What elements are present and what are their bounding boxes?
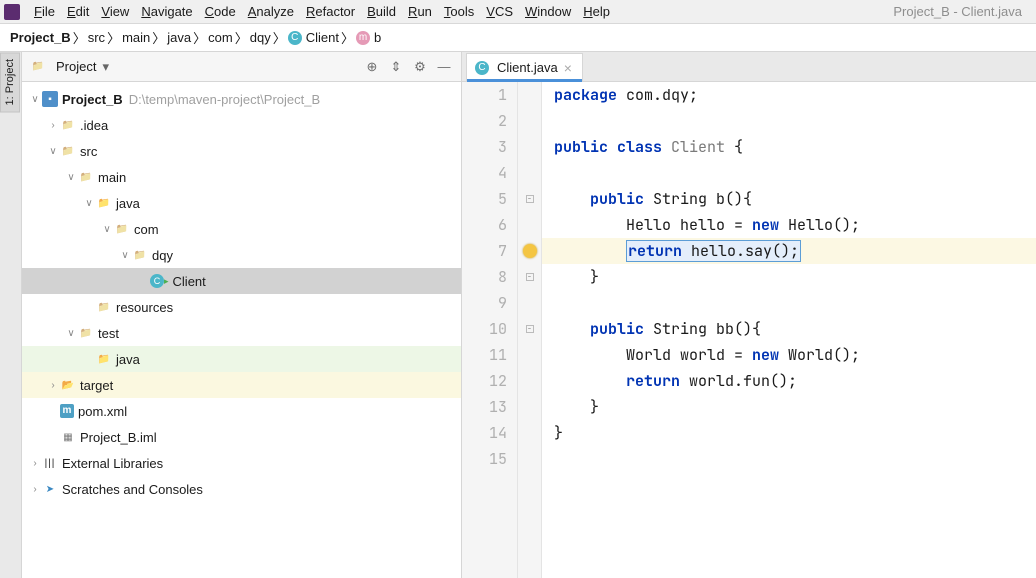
tree-node-java[interactable]: java bbox=[22, 346, 461, 372]
tree-arrow-icon[interactable] bbox=[28, 484, 42, 495]
crumb-dqy[interactable]: dqy bbox=[248, 30, 273, 45]
tree-arrow-icon[interactable] bbox=[64, 328, 78, 339]
crumb-java[interactable]: java bbox=[165, 30, 193, 45]
project-panel: Project ▾ ⊕ ⇕ ⚙ — ▪Project_BD:\temp\mave… bbox=[22, 52, 462, 578]
folder-icon bbox=[60, 117, 76, 133]
class-icon: C bbox=[288, 31, 302, 45]
project-panel-title[interactable]: Project bbox=[56, 59, 96, 74]
tree-node-project_b[interactable]: ▪Project_BD:\temp\maven-project\Project_… bbox=[22, 86, 461, 112]
tree-node--idea[interactable]: .idea bbox=[22, 112, 461, 138]
tree-arrow-icon[interactable] bbox=[46, 120, 60, 131]
window-title: Project_B - Client.java bbox=[893, 4, 1032, 19]
orange-icon bbox=[60, 377, 76, 393]
menu-window[interactable]: Window bbox=[519, 4, 577, 19]
tree-arrow-icon[interactable] bbox=[100, 224, 114, 235]
menu-run[interactable]: Run bbox=[402, 4, 438, 19]
breadcrumb: Project_B〉src〉main〉java〉com〉dqy〉CClient〉… bbox=[0, 24, 1036, 52]
menu-build[interactable]: Build bbox=[361, 4, 402, 19]
maven-icon: m bbox=[60, 404, 74, 418]
crumb-src[interactable]: src bbox=[86, 30, 107, 45]
project-panel-header: Project ▾ ⊕ ⇕ ⚙ — bbox=[22, 52, 461, 82]
collapse-icon[interactable]: ⇕ bbox=[387, 58, 405, 76]
tab-client[interactable]: C Client.java × bbox=[466, 53, 583, 81]
folder-icon bbox=[114, 221, 130, 237]
tree-node-main[interactable]: main bbox=[22, 164, 461, 190]
menu-vcs[interactable]: VCS bbox=[480, 4, 519, 19]
fold-icon[interactable]: − bbox=[526, 273, 534, 281]
editor-tabs: C Client.java × bbox=[462, 52, 1036, 82]
menu-file[interactable]: File bbox=[28, 4, 61, 19]
settings-icon[interactable]: ⚙ bbox=[411, 58, 429, 76]
crumb-b[interactable]: mb bbox=[354, 30, 383, 45]
menu-view[interactable]: View bbox=[95, 4, 135, 19]
crumb-com[interactable]: com bbox=[206, 30, 235, 45]
class-icon: C bbox=[475, 61, 489, 75]
menu-help[interactable]: Help bbox=[577, 4, 616, 19]
menu-analyze[interactable]: Analyze bbox=[242, 4, 300, 19]
tree-node-project_b-iml[interactable]: Project_B.iml bbox=[22, 424, 461, 450]
tree-node-test[interactable]: test bbox=[22, 320, 461, 346]
tree-node-dqy[interactable]: dqy bbox=[22, 242, 461, 268]
folder-icon bbox=[132, 247, 148, 263]
project-tool-tab[interactable]: 1: Project bbox=[0, 52, 20, 112]
class-icon: C bbox=[150, 274, 164, 288]
left-tool-strip: 1: Project bbox=[0, 52, 22, 578]
tree-node-pom-xml[interactable]: mpom.xml bbox=[22, 398, 461, 424]
app-icon bbox=[4, 4, 20, 20]
hide-icon[interactable]: — bbox=[435, 58, 453, 76]
fold-icon[interactable]: − bbox=[526, 325, 534, 333]
blue-icon bbox=[96, 195, 112, 211]
tree-arrow-icon[interactable] bbox=[82, 198, 96, 209]
line-gutter: 123456789101112131415 bbox=[462, 82, 518, 578]
menu-navigate[interactable]: Navigate bbox=[135, 4, 198, 19]
crumb-client[interactable]: CClient bbox=[286, 30, 341, 45]
tree-arrow-icon[interactable] bbox=[46, 380, 60, 391]
tree-node-src[interactable]: src bbox=[22, 138, 461, 164]
project-icon bbox=[30, 59, 46, 75]
menubar: FileEditViewNavigateCodeAnalyzeRefactorB… bbox=[0, 0, 1036, 24]
method-icon: m bbox=[356, 31, 370, 45]
crumb-project_b[interactable]: Project_B bbox=[8, 30, 73, 45]
close-icon[interactable]: × bbox=[564, 60, 572, 76]
code-lines[interactable]: package com.dqy;public class Client { pu… bbox=[542, 82, 1036, 578]
tree-node-java[interactable]: java bbox=[22, 190, 461, 216]
tree-node-external-libraries[interactable]: External Libraries bbox=[22, 450, 461, 476]
tree-arrow-icon[interactable] bbox=[28, 458, 42, 469]
gutter-marks: − − − bbox=[518, 82, 542, 578]
menu-edit[interactable]: Edit bbox=[61, 4, 95, 19]
tree-node-com[interactable]: com bbox=[22, 216, 461, 242]
tree-node-target[interactable]: target bbox=[22, 372, 461, 398]
scratch-icon bbox=[42, 481, 58, 497]
module-icon: ▪ bbox=[42, 91, 58, 107]
tree-node-scratches-and-consoles[interactable]: Scratches and Consoles bbox=[22, 476, 461, 502]
folder-icon bbox=[78, 169, 94, 185]
iml-icon bbox=[60, 429, 76, 445]
folder-icon bbox=[78, 325, 94, 341]
tree-node-resources[interactable]: resources bbox=[22, 294, 461, 320]
tree-arrow-icon[interactable] bbox=[64, 172, 78, 183]
tab-label: Client.java bbox=[497, 60, 558, 75]
folder-icon bbox=[60, 143, 76, 159]
lib-icon bbox=[42, 455, 58, 471]
project-tree: ▪Project_BD:\temp\maven-project\Project_… bbox=[22, 82, 461, 578]
locate-icon[interactable]: ⊕ bbox=[363, 58, 381, 76]
tree-arrow-icon[interactable] bbox=[46, 146, 60, 157]
tree-arrow-icon[interactable] bbox=[118, 250, 132, 261]
code-area[interactable]: 123456789101112131415 − − − package com.dq… bbox=[462, 82, 1036, 578]
menu-code[interactable]: Code bbox=[199, 4, 242, 19]
green-icon bbox=[96, 351, 112, 367]
tree-arrow-icon[interactable] bbox=[28, 94, 42, 105]
menu-refactor[interactable]: Refactor bbox=[300, 4, 361, 19]
intention-bulb-icon[interactable] bbox=[523, 244, 537, 258]
editor: C Client.java × 123456789101112131415 −−… bbox=[462, 52, 1036, 578]
tree-node-client[interactable]: C▸Client bbox=[22, 268, 461, 294]
crumb-main[interactable]: main bbox=[120, 30, 152, 45]
menu-tools[interactable]: Tools bbox=[438, 4, 480, 19]
folder-icon bbox=[96, 299, 112, 315]
fold-icon[interactable]: − bbox=[526, 195, 534, 203]
project-view-dropdown-icon[interactable]: ▾ bbox=[102, 59, 109, 75]
